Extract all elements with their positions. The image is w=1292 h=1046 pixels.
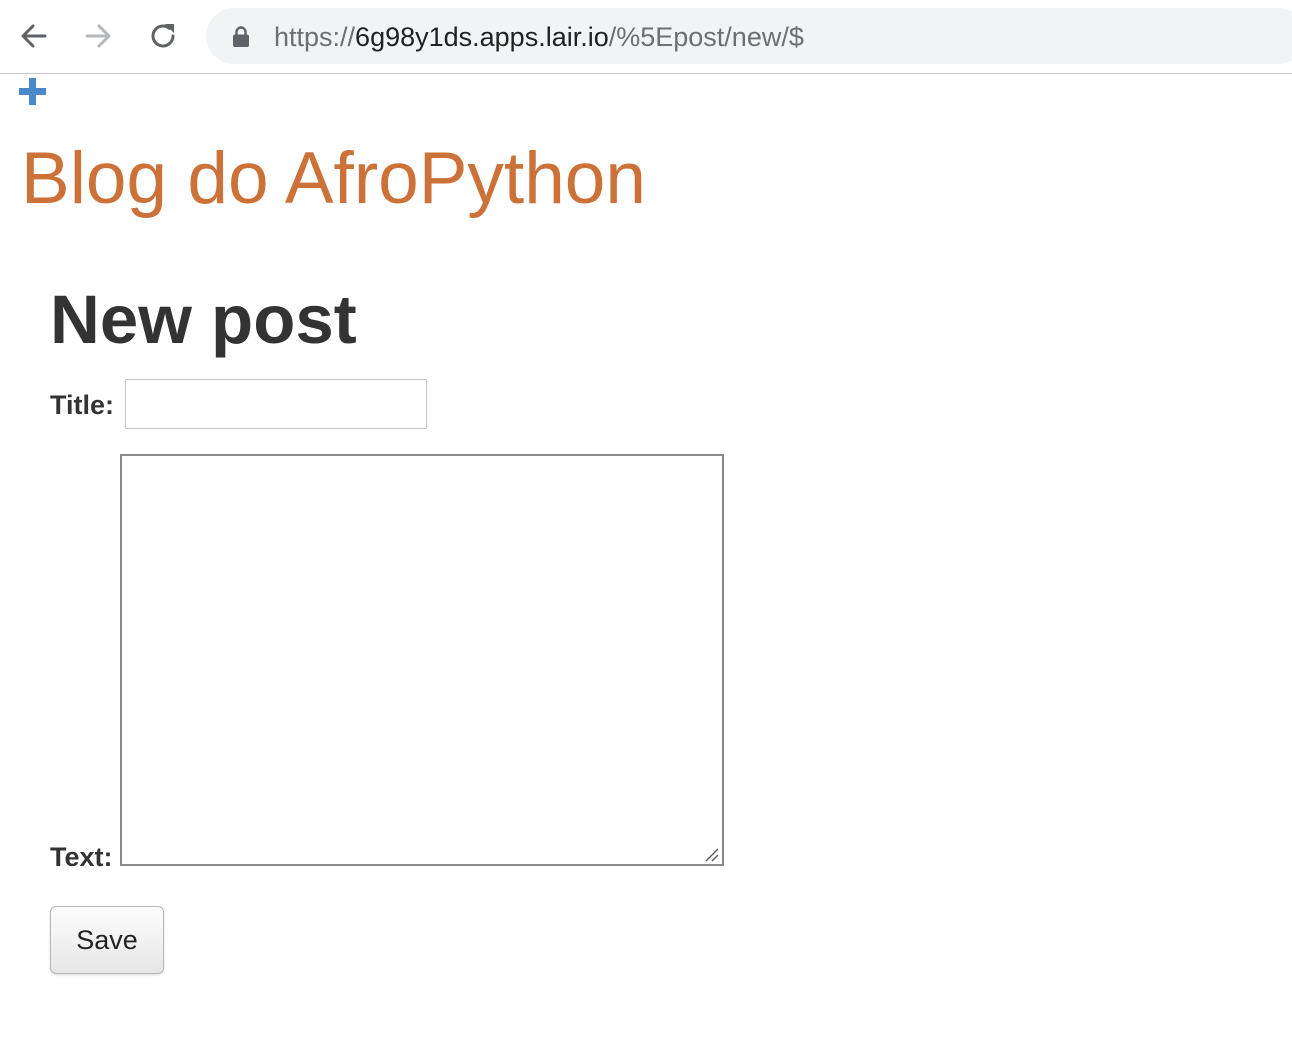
url-path: /%5Epost/new/$ xyxy=(608,22,804,52)
title-label: Title: xyxy=(50,390,115,420)
url-scheme: https:// xyxy=(274,22,356,52)
lock-icon xyxy=(233,26,249,52)
title-input[interactable] xyxy=(125,379,427,429)
save-button[interactable]: Save xyxy=(50,906,164,974)
text-label: Text: xyxy=(50,842,113,872)
page-title: New post xyxy=(50,281,357,358)
text-input[interactable] xyxy=(120,454,724,866)
address-bar[interactable]: https://6g98y1ds.apps.lair.io/%5Epost/ne… xyxy=(206,8,1292,64)
plus-icon[interactable] xyxy=(19,78,46,105)
resize-grip-icon[interactable] xyxy=(703,846,719,862)
reload-icon[interactable] xyxy=(143,16,183,56)
url-text: https://6g98y1ds.apps.lair.io/%5Epost/ne… xyxy=(274,22,804,52)
back-arrow-icon[interactable] xyxy=(14,16,54,56)
browser-toolbar: https://6g98y1ds.apps.lair.io/%5Epost/ne… xyxy=(0,0,1292,74)
blog-title[interactable]: Blog do AfroPython xyxy=(21,134,646,224)
forward-arrow-icon[interactable] xyxy=(78,16,118,56)
url-host: 6g98y1ds.apps.lair.io xyxy=(355,22,609,52)
